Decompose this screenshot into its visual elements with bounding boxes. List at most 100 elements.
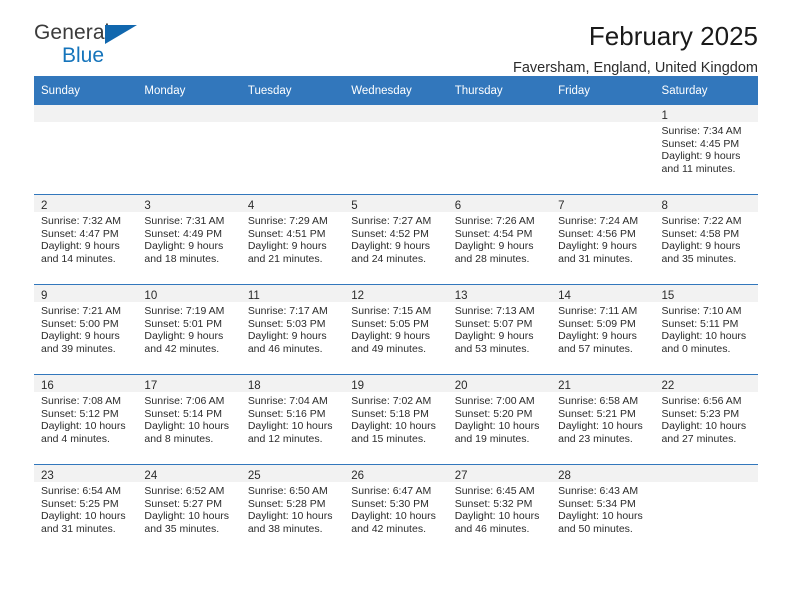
day-cell[interactable]: 12 Sunrise: 7:15 AM Sunset: 5:05 PM Dayligh… — [344, 284, 448, 375]
daylight-text-line2: and 11 minutes. — [661, 162, 736, 175]
daylight-text-line2: and 42 minutes. — [144, 342, 220, 355]
day-number-band: 11 — [240, 285, 345, 302]
day-cell-empty — [654, 464, 758, 554]
calendar-body: 1 Sunrise: 7:34 AM Sunset: 4:45 PM Daylight… — [34, 105, 758, 554]
sunset-text: Sunset: 5:14 PM — [144, 407, 223, 420]
day-cell[interactable]: 21 Sunrise: 6:58 AM Sunset: 5:21 PM Dayligh… — [551, 374, 655, 465]
day-cell[interactable]: 14 Sunrise: 7:11 AM Sunset: 5:09 PM Dayligh… — [551, 284, 655, 375]
day-details: Sunrise: 6:58 AM Sunset: 5:21 PM Daylight:… — [551, 392, 654, 445]
day-cell[interactable]: 7 Sunrise: 7:24 AM Sunset: 4:56 PM Daylight… — [551, 194, 655, 285]
daylight-text-line2: and 35 minutes. — [144, 522, 220, 535]
daylight-text-line1: Daylight: 9 hours — [247, 330, 327, 343]
daylight-text-line1: Daylight: 10 hours — [351, 510, 436, 523]
day-number-band: 4 — [240, 195, 345, 212]
day-cell[interactable]: 24 Sunrise: 6:52 AM Sunset: 5:27 PM Dayligh… — [137, 464, 241, 554]
day-number: 23 — [41, 470, 54, 482]
day-number: 17 — [144, 380, 158, 392]
day-details: Sunrise: 6:50 AM Sunset: 5:28 PM Daylight:… — [241, 482, 344, 535]
calendar-week-row: 9 Sunrise: 7:21 AM Sunset: 5:00 PM Daylight… — [34, 284, 758, 375]
day-cell[interactable]: 8 Sunrise: 7:22 AM Sunset: 4:58 PM Daylight… — [654, 194, 758, 285]
sunset-text: Sunset: 5:28 PM — [247, 497, 326, 510]
sunrise-text: Sunrise: 7:31 AM — [144, 215, 225, 227]
sunrise-text: Sunrise: 6:52 AM — [144, 485, 225, 497]
daylight-text-line2: and 12 minutes. — [247, 432, 323, 445]
calendar-grid: Sunday Monday Tuesday Wednesday Thursday Frid… — [34, 76, 758, 554]
sunrise-text: Sunrise: 7:17 AM — [247, 305, 328, 317]
day-cell[interactable]: 19 Sunrise: 7:02 AM Sunset: 5:18 PM Dayligh… — [344, 374, 448, 465]
day-number: 3 — [144, 200, 151, 212]
day-cell[interactable]: 13 Sunrise: 7:13 AM Sunset: 5:07 PM Dayligh… — [447, 284, 552, 375]
daylight-text-line2: and 31 minutes. — [558, 252, 633, 265]
day-cell[interactable]: 23 Sunrise: 6:54 AM Sunset: 5:25 PM Dayligh… — [34, 464, 138, 554]
day-cell[interactable]: 5 Sunrise: 7:27 AM Sunset: 4:52 PM Daylight… — [344, 194, 448, 285]
day-number: 14 — [558, 290, 571, 302]
day-cell[interactable]: 1 Sunrise: 7:34 AM Sunset: 4:45 PM Daylight… — [654, 105, 758, 195]
sunrise-text: Sunrise: 7:06 AM — [144, 395, 225, 407]
day-number-band: 28 — [551, 465, 655, 482]
weekday-header-wednesday: Wednesday — [344, 76, 448, 105]
day-cell[interactable]: 20 Sunrise: 7:00 AM Sunset: 5:20 PM Dayligh… — [447, 374, 552, 465]
day-cell[interactable]: 16 Sunrise: 7:08 AM Sunset: 5:12 PM Dayligh… — [34, 374, 138, 465]
sunset-text: Sunset: 5:09 PM — [558, 317, 636, 330]
sunset-text: Sunset: 5:01 PM — [144, 317, 223, 330]
page-header: General Blue February 2025 Faversham, En… — [34, 0, 758, 76]
calendar-week-row: 23 Sunrise: 6:54 AM Sunset: 5:25 PM Dayligh… — [34, 464, 758, 554]
day-number-band: 7 — [551, 195, 655, 212]
sunset-text: Sunset: 5:03 PM — [247, 317, 326, 330]
page-subtitle: Faversham, England, United Kingdom — [512, 59, 758, 76]
day-cell[interactable]: 4 Sunrise: 7:29 AM Sunset: 4:51 PM Daylight… — [240, 194, 345, 285]
day-cell[interactable]: 28 Sunrise: 6:43 AM Sunset: 5:34 PM Dayligh… — [551, 464, 655, 554]
sunset-text: Sunset: 4:51 PM — [247, 227, 326, 240]
day-cell[interactable]: 22 Sunrise: 6:56 AM Sunset: 5:23 PM Dayligh… — [654, 374, 758, 465]
day-cell[interactable]: 17 Sunrise: 7:06 AM Sunset: 5:14 PM Dayligh… — [137, 374, 241, 465]
day-cell-empty — [240, 105, 345, 195]
sunrise-text: Sunrise: 7:32 AM — [41, 215, 121, 227]
sunset-text: Sunset: 5:07 PM — [454, 317, 533, 330]
sunset-text: Sunset: 5:18 PM — [351, 407, 429, 420]
day-number-band: 10 — [137, 285, 241, 302]
daylight-text-line1: Daylight: 10 hours — [144, 510, 230, 523]
weekday-header-friday: Friday — [551, 76, 655, 105]
day-cell[interactable]: 10 Sunrise: 7:19 AM Sunset: 5:01 PM Dayligh… — [137, 284, 241, 375]
day-number: 28 — [558, 470, 571, 482]
day-number: 4 — [247, 200, 255, 212]
page-title: February 2025 — [588, 21, 758, 51]
sunrise-text: Sunrise: 6:45 AM — [454, 485, 535, 497]
day-number-band: 23 — [34, 465, 138, 482]
sunset-text: Sunset: 5:21 PM — [558, 407, 636, 420]
day-number-band: 12 — [344, 285, 448, 302]
daylight-text-line2: and 50 minutes. — [558, 522, 633, 535]
sunset-text: Sunset: 4:56 PM — [558, 227, 636, 240]
sunrise-text: Sunrise: 7:19 AM — [144, 305, 225, 317]
daylight-text-line2: and 19 minutes. — [454, 432, 530, 445]
day-cell[interactable]: 11 Sunrise: 7:17 AM Sunset: 5:03 PM Dayligh… — [240, 284, 345, 375]
day-details: Sunrise: 6:52 AM Sunset: 5:27 PM Daylight:… — [137, 482, 240, 535]
sunrise-text: Sunrise: 6:50 AM — [247, 485, 328, 497]
day-number-band — [344, 105, 448, 122]
day-number: 5 — [351, 200, 358, 212]
title-block: February 2025 Faversham, England, United… — [513, 22, 758, 76]
day-cell[interactable]: 6 Sunrise: 7:26 AM Sunset: 4:54 PM Daylight… — [447, 194, 552, 285]
daylight-text-line2: and 35 minutes. — [661, 252, 737, 265]
day-cell[interactable]: 3 Sunrise: 7:31 AM Sunset: 4:49 PM Daylight… — [137, 194, 241, 285]
daylight-text-line2: and 27 minutes. — [661, 432, 737, 445]
day-cell[interactable]: 9 Sunrise: 7:21 AM Sunset: 5:00 PM Daylight… — [34, 284, 138, 375]
day-cell[interactable]: 27 Sunrise: 6:45 AM Sunset: 5:32 PM Dayligh… — [447, 464, 552, 554]
day-cell[interactable]: 2 Sunrise: 7:32 AM Sunset: 4:47 PM Daylight… — [34, 194, 138, 285]
sunrise-text: Sunrise: 7:04 AM — [247, 395, 328, 407]
daylight-text-line1: Daylight: 10 hours — [558, 420, 643, 433]
day-number: 12 — [351, 290, 365, 302]
sunrise-text: Sunrise: 7:24 AM — [558, 215, 639, 227]
day-cell[interactable]: 15 Sunrise: 7:10 AM Sunset: 5:11 PM Dayligh… — [654, 284, 758, 375]
day-cell[interactable]: 18 Sunrise: 7:04 AM Sunset: 5:16 PM Dayligh… — [240, 374, 345, 465]
logo[interactable]: General Blue — [34, 22, 154, 68]
daylight-text-line1: Daylight: 9 hours — [558, 330, 637, 343]
day-cell[interactable]: 25 Sunrise: 6:50 AM Sunset: 5:28 PM Dayligh… — [240, 464, 345, 554]
day-number-band — [240, 105, 345, 122]
day-cell[interactable]: 26 Sunrise: 6:47 AM Sunset: 5:30 PM Dayligh… — [344, 464, 448, 554]
day-details: Sunrise: 6:54 AM Sunset: 5:25 PM Daylight:… — [34, 482, 137, 535]
sunrise-text: Sunrise: 6:43 AM — [558, 485, 639, 497]
weekday-header-monday: Monday — [137, 76, 241, 105]
daylight-text-line1: Daylight: 10 hours — [41, 510, 126, 523]
weekday-header-tuesday: Tuesday — [240, 76, 345, 105]
